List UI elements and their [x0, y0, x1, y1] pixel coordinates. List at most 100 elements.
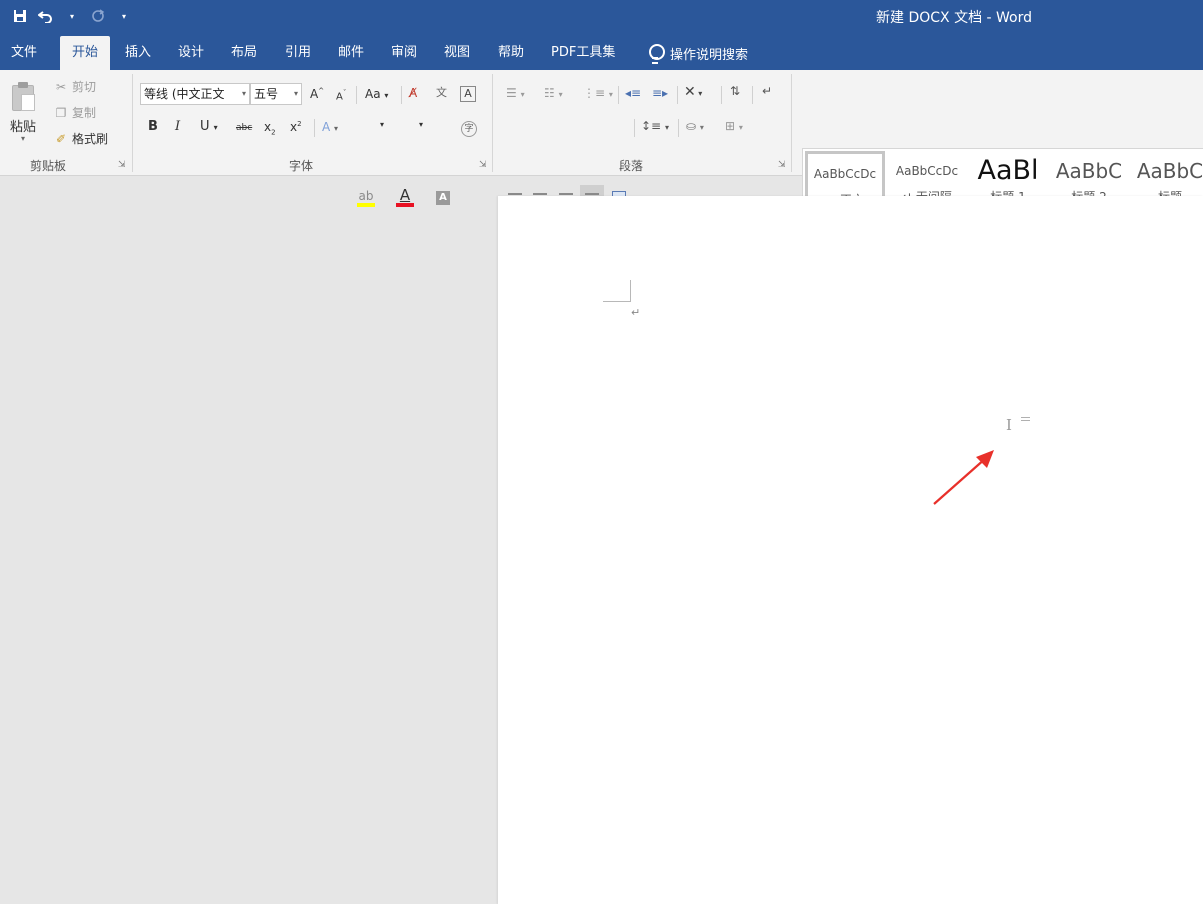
document-title: 新建 DOCX 文档 - Word	[876, 10, 1033, 26]
divider	[752, 86, 753, 104]
tab-layout[interactable]: 布局	[231, 36, 257, 70]
cut-button[interactable]: ✂ 剪切	[54, 78, 96, 95]
multilevel-list-button[interactable]: ⋮≡ ▾	[583, 86, 613, 100]
style-sample: AaBl	[977, 155, 1039, 186]
undo-dropdown-icon[interactable]: ▾	[62, 5, 82, 27]
font-dialog-launcher-icon[interactable]: ⇲	[479, 160, 487, 170]
copy-icon: ❐	[55, 105, 67, 120]
group-divider	[132, 74, 133, 172]
cut-label: 剪切	[72, 80, 97, 94]
tab-view[interactable]: 视图	[444, 36, 470, 70]
paragraph-mark: ↵	[631, 306, 641, 319]
divider	[634, 119, 635, 137]
quick-access-toolbar: ▾ ▾	[10, 5, 134, 27]
tab-review[interactable]: 审阅	[391, 36, 417, 70]
tab-design[interactable]: 设计	[178, 36, 204, 70]
font-name-combo[interactable]: 等线 (中文正文 ▾	[140, 83, 250, 105]
highlight-dropdown-icon[interactable]: ▾	[380, 120, 384, 129]
sort-icon[interactable]: ⇅	[730, 84, 740, 98]
text-effects-button[interactable]: A ▾	[322, 120, 338, 134]
margin-corner-mark	[603, 280, 631, 302]
group-divider	[791, 74, 792, 172]
show-marks-icon[interactable]: ↵	[762, 84, 772, 98]
font-size-combo[interactable]: 五号 ▾	[250, 83, 302, 105]
ribbon-tabs: 文件 开始 插入 设计 布局 引用 邮件 审阅 视图 帮助 PDF工具集 操作说…	[0, 32, 1203, 70]
enclose-characters-button[interactable]: 字	[461, 121, 477, 137]
divider	[618, 86, 619, 104]
tab-pdf-tools[interactable]: PDF工具集	[551, 36, 615, 70]
decrease-indent-icon[interactable]: ◂≡	[625, 86, 641, 100]
style-sample: AaBbC	[1136, 159, 1203, 183]
italic-button[interactable]: I	[175, 119, 180, 134]
font-color-dropdown-icon[interactable]: ▾	[419, 120, 423, 129]
undo-icon[interactable]	[36, 5, 56, 27]
ribbon-home: 粘贴 ▾ ✂ 剪切 ❐ 复制 ✐ 格式刷 剪贴板 ⇲ 等线 (中文正文 ▾ 五号…	[0, 70, 1203, 212]
paste-button[interactable]: 粘贴	[10, 116, 36, 135]
title-bar: ▾ ▾ 新建 DOCX 文档 - Word	[0, 0, 1203, 32]
clipboard-dialog-launcher-icon[interactable]: ⇲	[118, 160, 126, 170]
divider	[401, 86, 402, 104]
highlight-color-swatch	[357, 203, 375, 207]
tell-me-label: 操作说明搜索	[670, 47, 749, 63]
tell-me-search[interactable]: 操作说明搜索	[648, 36, 748, 70]
strikethrough-button[interactable]: abc	[236, 123, 252, 133]
annotation-arrow-icon	[933, 450, 994, 505]
style-sample: AaBbC	[1055, 159, 1123, 183]
tab-mailings[interactable]: 邮件	[338, 36, 364, 70]
tab-file[interactable]: 文件	[11, 36, 37, 70]
lightbulb-icon	[648, 44, 665, 64]
font-color-button[interactable]: A	[396, 187, 414, 209]
grow-font-button[interactable]: A^	[310, 87, 324, 101]
font-group-label: 字体	[289, 159, 314, 173]
redo-icon[interactable]	[88, 5, 108, 27]
paragraph-dialog-launcher-icon[interactable]: ⇲	[778, 160, 786, 170]
copy-label: 复制	[72, 106, 97, 120]
paragraph-group-label: 段落	[619, 159, 644, 173]
style-sample: AaBbCcDc	[895, 164, 959, 178]
font-name-value: 等线 (中文正文	[144, 87, 225, 101]
bullets-button[interactable]: ☰ ▾	[506, 86, 525, 100]
paste-icon[interactable]	[12, 82, 38, 112]
shading-button[interactable]: ⛀ ▾	[686, 119, 704, 133]
style-sample: AaBbCcDc	[813, 167, 877, 181]
tab-references[interactable]: 引用	[285, 36, 311, 70]
bold-button[interactable]: B	[148, 119, 158, 134]
subscript-button[interactable]: x2	[264, 120, 276, 136]
save-icon[interactable]	[10, 5, 30, 27]
increase-indent-icon[interactable]: ≡▸	[652, 86, 668, 100]
highlight-color-button[interactable]: ab	[357, 189, 375, 209]
chevron-down-icon: ▾	[241, 89, 246, 98]
group-divider	[492, 74, 493, 172]
shrink-font-button[interactable]: Aˇ	[336, 89, 346, 102]
text-cursor-icon: I	[1006, 416, 1012, 434]
tab-insert[interactable]: 插入	[125, 36, 151, 70]
copy-button[interactable]: ❐ 复制	[54, 104, 96, 121]
format-painter-button[interactable]: ✐ 格式刷	[54, 130, 108, 147]
paste-dropdown-icon[interactable]: ▾	[21, 134, 25, 143]
chevron-down-icon: ▾	[293, 89, 298, 98]
divider	[356, 86, 357, 104]
click-and-type-icon	[1021, 417, 1030, 424]
tab-help[interactable]: 帮助	[498, 36, 524, 70]
document-page[interactable]: ↵ I	[498, 196, 1203, 904]
phonetic-guide-button[interactable]: 文	[436, 84, 447, 100]
borders-button[interactable]: ⊞ ▾	[725, 119, 743, 133]
numbering-button[interactable]: ☷ ▾	[544, 86, 563, 100]
brush-icon: ✐	[55, 131, 67, 146]
change-case-button[interactable]: Aa ▾	[365, 87, 388, 101]
chinese-layout-icon[interactable]: ✕ ▾	[684, 84, 702, 100]
divider	[678, 119, 679, 137]
divider	[314, 119, 315, 137]
tab-home[interactable]: 开始	[60, 36, 111, 70]
line-spacing-button[interactable]: ↕≡ ▾	[641, 119, 669, 133]
format-painter-label: 格式刷	[72, 132, 109, 146]
customize-quick-access-icon[interactable]: ▾	[114, 5, 134, 27]
clipboard-group-label: 剪贴板	[30, 159, 67, 173]
superscript-button[interactable]: x2	[290, 120, 302, 134]
divider	[677, 86, 678, 104]
character-shading-button[interactable]: A	[436, 191, 450, 205]
clear-formatting-icon[interactable]: A̸	[409, 86, 417, 100]
scissors-icon: ✂	[55, 79, 67, 94]
underline-button[interactable]: U ▾	[200, 119, 218, 134]
character-border-button[interactable]: A	[460, 86, 476, 102]
